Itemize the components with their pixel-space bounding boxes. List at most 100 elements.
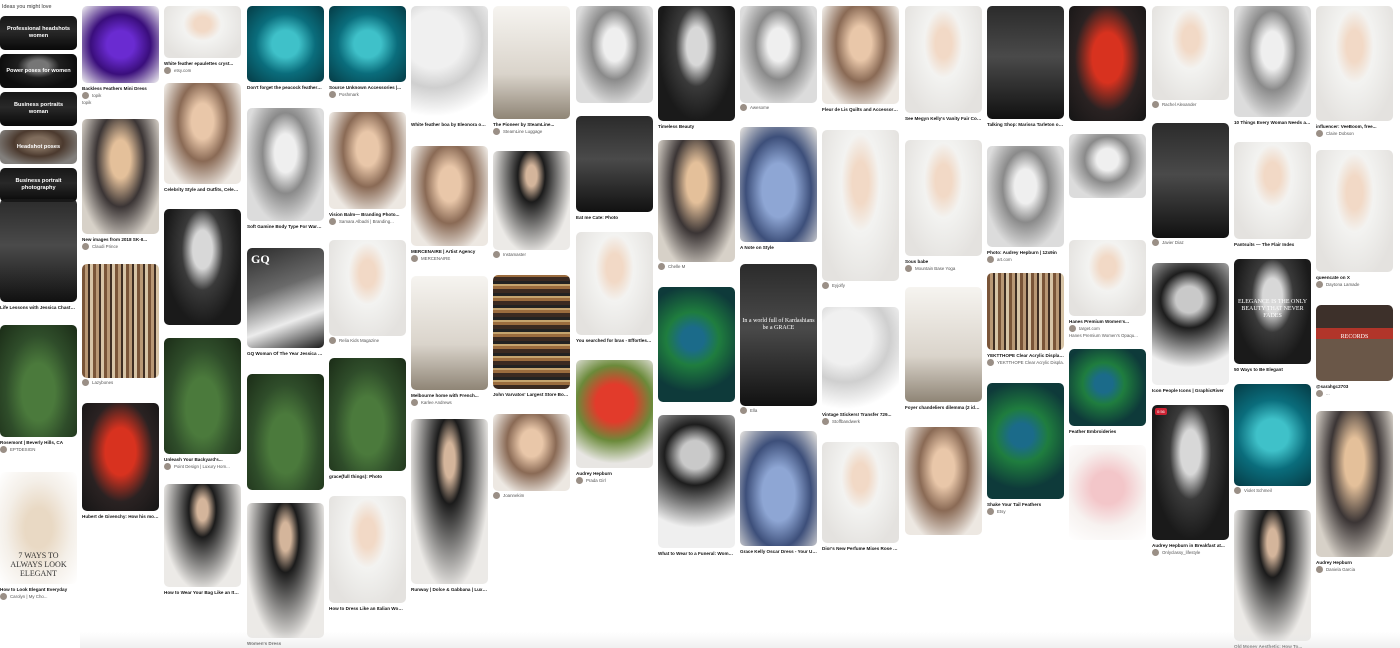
- pin-card[interactable]: Rosemont | Beverly Hills, CA EPTDESIGN: [0, 325, 77, 454]
- pin-image[interactable]: [822, 130, 899, 281]
- pin-source[interactable]: Joannekim: [493, 492, 570, 499]
- pin-source[interactable]: Claudi Prince: [82, 243, 159, 251]
- pin-image[interactable]: [411, 6, 488, 119]
- pin-card[interactable]: Runway | Dolce & Gabbana | Luxelook | Vi…: [411, 419, 488, 592]
- pin-title[interactable]: White feather boa by Eleonora on Deviant…: [411, 122, 488, 127]
- pin-source[interactable]: SteamLine Luggage: [493, 128, 570, 136]
- pin-card[interactable]: Instamaster: [493, 151, 570, 258]
- pin-title[interactable]: Unleash Your Backyard's...: [164, 457, 241, 462]
- pin-card[interactable]: influencer: VeeBoom, free... Claire Dobso…: [1316, 6, 1393, 138]
- pin-card[interactable]: Violet Schmeil: [1234, 384, 1311, 494]
- pin-image[interactable]: [905, 6, 982, 113]
- pin-image[interactable]: [0, 325, 77, 437]
- pin-source[interactable]: EPTDESIGN: [0, 446, 77, 454]
- pin-card[interactable]: Fleur de Lis Quilts and Accessories: [822, 6, 899, 112]
- pin-image[interactable]: [329, 112, 406, 209]
- pin-image[interactable]: [164, 484, 241, 587]
- pin-card[interactable]: [658, 287, 735, 402]
- pin-source[interactable]: Daniela Garcia: [1316, 566, 1393, 574]
- pin-image[interactable]: [329, 496, 406, 603]
- pin-image[interactable]: [1152, 6, 1229, 100]
- pin-card[interactable]: Hanes Premium Women's... target.com Hanes …: [1069, 240, 1146, 338]
- pin-card[interactable]: Talking Shop: Marissa Tarleton on Becomi…: [987, 6, 1064, 127]
- pin-image[interactable]: ELEGANCE IS THE ONLY BEAUTY THAT NEVER F…: [1234, 259, 1311, 364]
- pin-image[interactable]: In a world full of Kardashians be a GRAC…: [740, 264, 817, 406]
- pin-image[interactable]: [822, 442, 899, 543]
- pin-card[interactable]: Dior's New Perfume Mixes Rose Notes With…: [822, 442, 899, 551]
- pin-image[interactable]: [822, 307, 899, 409]
- pin-source[interactable]: Instamaster: [493, 251, 570, 258]
- pin-image[interactable]: [740, 127, 817, 242]
- pin-card[interactable]: Joannekim: [493, 414, 570, 499]
- pin-source[interactable]: Lazybones: [82, 379, 159, 386]
- pin-title[interactable]: Celebrity Style and Outfits, Celebrity G…: [164, 187, 241, 192]
- pin-title[interactable]: Soft Gamine Body Type For Wardrobe, Outf…: [247, 224, 324, 229]
- pin-source[interactable]: Onlyclassy_lifestyle: [1152, 549, 1229, 557]
- pin-card[interactable]: Don't forget the peacock feathers when S…: [247, 6, 324, 90]
- pin-title[interactable]: Feather Embroideries: [1069, 429, 1146, 434]
- pin-source[interactable]: Mountain Base Yoga: [905, 265, 982, 273]
- pin-image[interactable]: [329, 240, 406, 336]
- idea-business-portrait-photography[interactable]: Business portrait photography: [0, 168, 77, 202]
- pin-title[interactable]: Source Unknown Accessories |...: [329, 85, 406, 90]
- pin-card[interactable]: Chelle M: [658, 140, 735, 270]
- pin-card[interactable]: White feather boa by Eleonora on Deviant…: [411, 6, 488, 127]
- pin-image[interactable]: [987, 146, 1064, 247]
- pin-source[interactable]: Ella: [740, 407, 817, 414]
- pin-image[interactable]: [164, 338, 241, 454]
- pin-image[interactable]: [1152, 263, 1229, 385]
- pin-title[interactable]: Runway | Dolce & Gabbana | Luxelook | Vi…: [411, 587, 488, 592]
- pin-image[interactable]: [987, 273, 1064, 350]
- pin-image[interactable]: [905, 287, 982, 402]
- pin-card[interactable]: Awesome: [740, 6, 817, 111]
- pin-title[interactable]: Vision Balm— Branding Photo...: [329, 212, 406, 217]
- pin-title[interactable]: grace(full things): Photo: [329, 474, 406, 479]
- pin-image[interactable]: [1069, 445, 1146, 540]
- pin-image[interactable]: [329, 6, 406, 82]
- pin-image[interactable]: [82, 6, 159, 83]
- pin-source[interactable]: Samara Albadri | Branding...: [329, 218, 406, 226]
- pin-card[interactable]: Grace Kelly Oscar Dress - Your Ultimate …: [740, 431, 817, 554]
- pin-image[interactable]: [576, 360, 653, 468]
- pin-card[interactable]: [1069, 134, 1146, 198]
- pin-source[interactable]: Relia Kids Magazine: [329, 337, 406, 344]
- pin-source[interactable]: target.com: [1069, 325, 1146, 333]
- pin-card[interactable]: Women's Dress: [247, 503, 324, 646]
- pin-card[interactable]: Eat me Cate: Photo: [576, 116, 653, 220]
- pin-card[interactable]: RECORDS @sarahgc2703...: [1316, 305, 1393, 398]
- pin-source[interactable]: topik: [82, 92, 159, 100]
- pin-source[interactable]: Violet Schmeil: [1234, 487, 1311, 494]
- pin-image[interactable]: [82, 264, 159, 378]
- pin-source[interactable]: Poshmark: [329, 91, 406, 99]
- pin-card[interactable]: Feather Embroideries: [1069, 349, 1146, 434]
- pin-title[interactable]: Melbourne home with French...: [411, 393, 488, 398]
- pin-card[interactable]: [576, 6, 653, 103]
- pin-card[interactable]: 0:56 Audrey Hepburn in Breakfast at... Onl…: [1152, 405, 1229, 557]
- pin-image[interactable]: [987, 383, 1064, 499]
- pin-card[interactable]: White feather epaulettes cryst... etsy.co…: [164, 6, 241, 75]
- pin-title[interactable]: queencate on X: [1316, 275, 1393, 280]
- pin-title[interactable]: 50 Ways to Be Elegant: [1234, 367, 1311, 372]
- pin-image[interactable]: [329, 358, 406, 471]
- pin-title[interactable]: Foyer chandeliers dilemma (2 identical o…: [905, 405, 982, 410]
- pin-title[interactable]: Rosemont | Beverly Hills, CA: [0, 440, 77, 445]
- pin-title[interactable]: Audrey Hepburn: [1316, 560, 1393, 565]
- pin-image[interactable]: [0, 199, 77, 302]
- pin-card[interactable]: Celebrity Style and Outfits, Celebrity G…: [164, 83, 241, 192]
- pin-card[interactable]: Foyer chandeliers dilemma (2 identical o…: [905, 287, 982, 410]
- pin-source[interactable]: Awesome: [740, 104, 817, 111]
- pin-card[interactable]: A Note on Style: [740, 127, 817, 250]
- pin-card[interactable]: Unleash Your Backyard's... Point Design |…: [164, 338, 241, 471]
- idea-business-portraits-woman[interactable]: Business portraits woman: [0, 92, 77, 126]
- pin-title[interactable]: Audrey Hepburn: [576, 471, 653, 476]
- pin-card[interactable]: Pantsuits — The Flair Index: [1234, 142, 1311, 247]
- pin-title[interactable]: Old Money Aesthetic: How To...: [1234, 644, 1311, 648]
- pin-card[interactable]: Audrey Hepburn Prada Girl: [576, 360, 653, 485]
- pin-source[interactable]: Etsy: [987, 508, 1064, 516]
- pin-title[interactable]: Life Lessons with Jessica Chastain: [0, 305, 77, 310]
- pin-source[interactable]: Rachel Alexander: [1152, 101, 1229, 108]
- pin-title[interactable]: The Pioneer by SteamLine...: [493, 122, 570, 127]
- pin-card[interactable]: Old Money Aesthetic: How To...: [1234, 510, 1311, 648]
- pin-title[interactable]: How to Dress Like an Italian Woman: [329, 606, 406, 611]
- pin-title[interactable]: New images from 2018 SK-II...: [82, 237, 159, 242]
